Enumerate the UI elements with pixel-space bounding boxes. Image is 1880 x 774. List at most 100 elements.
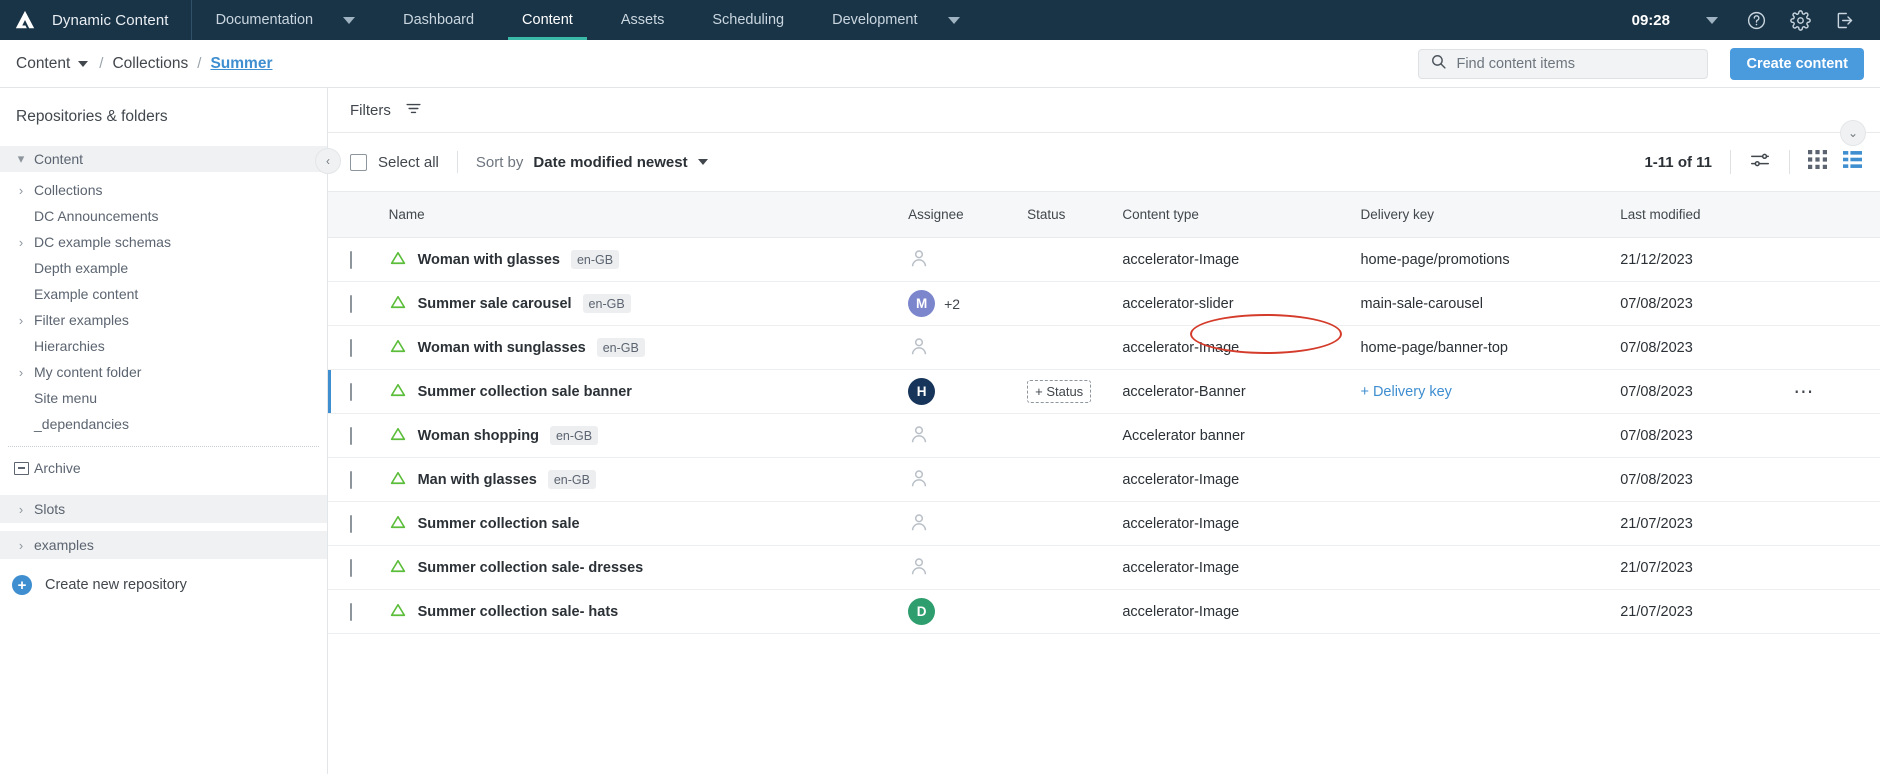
sidebar-item-filter-examples[interactable]: › Filter examples <box>0 307 327 333</box>
row-checkbox[interactable] <box>350 514 352 533</box>
row-delivery-key[interactable] <box>1360 589 1621 634</box>
sidebar-item-collections[interactable]: › Collections <box>0 177 327 203</box>
row-status-cell[interactable]: + Status <box>1027 369 1123 414</box>
sidebar-item-depth-example[interactable]: › Depth example <box>0 255 327 281</box>
search-input[interactable] <box>1456 55 1697 72</box>
chevron-down-icon[interactable] <box>697 159 708 165</box>
row-name-cell[interactable]: Woman with sunglasses en-GB <box>388 325 909 370</box>
row-status-cell[interactable] <box>1027 589 1123 634</box>
row-assignee-cell[interactable] <box>908 237 1028 282</box>
row-assignee-cell[interactable] <box>908 501 1028 546</box>
row-assignee-cell[interactable] <box>908 457 1028 502</box>
sidebar-item-dependancies[interactable]: › _dependancies <box>0 411 327 437</box>
chevron-right-icon[interactable]: › <box>8 313 34 328</box>
row-status-cell[interactable] <box>1027 501 1123 546</box>
select-all-checkbox[interactable] <box>350 153 367 171</box>
row-actions-cell[interactable] <box>1793 237 1880 282</box>
list-view-icon[interactable] <box>1843 150 1862 174</box>
row-checkbox[interactable] <box>350 250 352 269</box>
row-status-cell[interactable] <box>1027 281 1123 326</box>
sidebar-item-slots[interactable]: › Slots <box>0 495 327 523</box>
chevron-down-icon[interactable]: ▾ <box>8 151 34 167</box>
chevron-right-icon[interactable]: › <box>8 183 34 198</box>
sidebar-item-dc-announcements[interactable]: › DC Announcements <box>0 203 327 229</box>
row-checkbox-cell[interactable] <box>328 325 389 370</box>
column-assignee[interactable]: Assignee <box>908 191 1028 238</box>
row-assignee-cell[interactable]: M +2 <box>908 281 1028 326</box>
sidebar-item-my-content-folder[interactable]: › My content folder <box>0 359 327 385</box>
sidebar-item-examples[interactable]: › examples <box>0 531 327 559</box>
table-row[interactable]: Woman with sunglasses en-GB accelerator-… <box>328 325 1880 370</box>
row-delivery-key[interactable] <box>1360 413 1621 458</box>
table-row[interactable]: Woman shopping en-GB Accelerator banner … <box>328 413 1880 458</box>
sidebar-item-hierarchies[interactable]: › Hierarchies <box>0 333 327 359</box>
chevron-right-icon[interactable]: › <box>8 502 34 517</box>
row-checkbox[interactable] <box>350 382 352 401</box>
row-checkbox-cell[interactable] <box>328 501 389 546</box>
row-status-cell[interactable] <box>1027 325 1123 370</box>
row-actions-cell[interactable] <box>1793 325 1880 370</box>
row-actions-cell[interactable] <box>1793 281 1880 326</box>
add-status-button[interactable]: + Status <box>1027 380 1092 403</box>
scroll-down-handle[interactable]: ⌄ <box>1840 120 1866 146</box>
row-assignee-cell[interactable] <box>908 413 1028 458</box>
gear-icon[interactable] <box>1778 0 1822 40</box>
column-name[interactable]: Name <box>388 191 909 238</box>
nav-item-development[interactable]: Development <box>808 0 983 40</box>
column-status[interactable]: Status <box>1027 191 1123 238</box>
sort-by-value[interactable]: Date modified newest <box>533 154 687 171</box>
row-delivery-key[interactable]: main-sale-carousel <box>1360 281 1621 326</box>
row-checkbox[interactable] <box>350 294 352 313</box>
row-checkbox-cell[interactable] <box>328 457 389 502</box>
table-row[interactable]: Man with glasses en-GB accelerator-Image… <box>328 457 1880 502</box>
row-checkbox-cell[interactable] <box>328 369 389 414</box>
row-checkbox[interactable] <box>350 470 352 489</box>
table-row[interactable]: Summer sale carousel en-GB M +2 accelera… <box>328 281 1880 326</box>
breadcrumb-item-content[interactable]: Content <box>16 55 70 73</box>
table-row[interactable]: Summer collection sale accelerator-Image… <box>328 501 1880 546</box>
table-row[interactable]: Woman with glasses en-GB accelerator-Ima… <box>328 237 1880 282</box>
row-checkbox[interactable] <box>350 338 352 357</box>
chevron-down-icon[interactable] <box>78 60 89 67</box>
sidebar-item-archive[interactable]: Archive <box>0 455 327 481</box>
sliders-icon[interactable] <box>1749 149 1771 176</box>
row-name-cell[interactable]: Man with glasses en-GB <box>388 457 909 502</box>
row-assignee-cell[interactable] <box>908 545 1028 590</box>
create-new-repository-button[interactable]: + Create new repository <box>0 559 327 595</box>
row-checkbox[interactable] <box>350 426 352 445</box>
row-assignee-cell[interactable]: D <box>908 589 1028 634</box>
row-checkbox-cell[interactable] <box>328 545 389 590</box>
row-delivery-key[interactable] <box>1360 545 1621 590</box>
row-checkbox-cell[interactable] <box>328 589 389 634</box>
row-name-cell[interactable]: Woman shopping en-GB <box>388 413 909 458</box>
row-overflow-menu-icon[interactable]: ⋯ <box>1793 381 1815 403</box>
avatar[interactable]: D <box>908 598 936 625</box>
row-delivery-key[interactable] <box>1360 501 1621 546</box>
row-actions-cell[interactable]: ⋯ <box>1793 369 1880 414</box>
row-assignee-cell[interactable]: H <box>908 369 1028 414</box>
search-box[interactable] <box>1418 48 1709 79</box>
row-checkbox-cell[interactable] <box>328 281 389 326</box>
nav-item-content[interactable]: Content <box>498 0 597 40</box>
create-content-button[interactable]: Create content <box>1730 47 1864 80</box>
avatar[interactable]: M <box>908 290 936 317</box>
chevron-right-icon[interactable]: › <box>8 235 34 250</box>
row-status-cell[interactable] <box>1027 545 1123 590</box>
nav-item-dashboard[interactable]: Dashboard <box>379 0 498 40</box>
sidebar-item-example-content[interactable]: › Example content <box>0 281 327 307</box>
row-delivery-key[interactable] <box>1360 457 1621 502</box>
row-assignee-cell[interactable] <box>908 325 1028 370</box>
sidebar-collapse-handle[interactable]: ‹ <box>315 148 341 174</box>
breadcrumb-item-summer[interactable]: Summer <box>210 55 272 73</box>
row-checkbox[interactable] <box>350 602 352 621</box>
amplience-logo-icon[interactable] <box>0 9 38 31</box>
row-actions-cell[interactable] <box>1793 413 1880 458</box>
row-name-cell[interactable]: Summer collection sale- hats <box>388 589 909 634</box>
row-actions-cell[interactable] <box>1793 457 1880 502</box>
help-circle-icon[interactable] <box>1734 0 1778 40</box>
row-name-cell[interactable]: Woman with glasses en-GB <box>388 237 909 282</box>
chevron-down-icon[interactable] <box>1690 0 1734 40</box>
row-delivery-key[interactable]: home-page/promotions <box>1360 237 1621 282</box>
row-actions-cell[interactable] <box>1793 501 1880 546</box>
add-delivery-key-button[interactable]: + Delivery key <box>1360 384 1451 400</box>
